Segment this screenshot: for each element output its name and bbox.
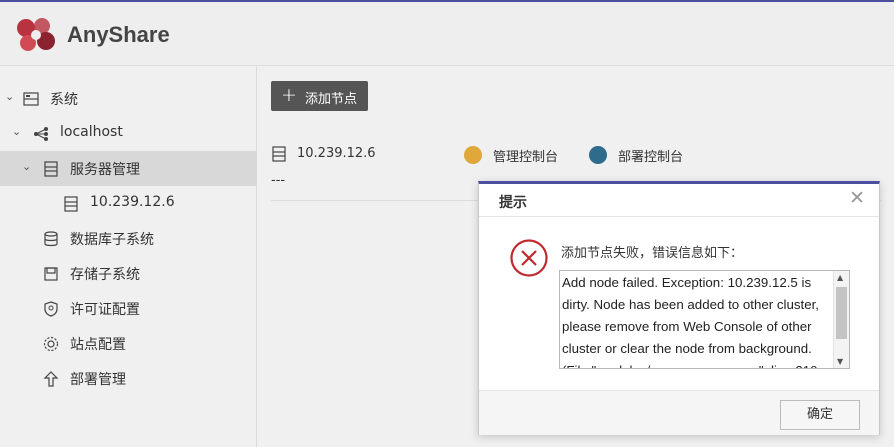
scroll-down-icon[interactable]: ▼ (837, 357, 843, 366)
sidebar-item-localhost[interactable]: ⌄ localhost (0, 116, 257, 151)
server-list-icon (44, 161, 58, 177)
sidebar-item-label: 部署管理 (70, 372, 126, 388)
server-icon (272, 146, 286, 162)
dialog-title: 提示 (499, 195, 527, 211)
scroll-up-icon[interactable]: ▲ (837, 273, 843, 282)
dialog-footer: 确定 (479, 390, 879, 435)
server-icon (64, 196, 78, 212)
anyshare-logo (17, 18, 55, 51)
chevron-down-icon[interactable]: ⌄ (5, 90, 14, 103)
sidebar-item-label: 许可证配置 (70, 302, 140, 318)
sidebar-item-license[interactable]: 许可证配置 (0, 291, 257, 326)
sidebar-item-label: 10.239.12.6 (90, 194, 175, 210)
deploy-console-link[interactable]: 部署控制台 (618, 146, 683, 165)
sidebar-item-database[interactable]: 数据库子系统 (0, 221, 257, 256)
sidebar-item-label: localhost (60, 124, 123, 140)
add-node-button[interactable]: + 添加节点 (271, 81, 368, 111)
gear-icon (43, 336, 59, 352)
error-detail-scrollbar[interactable]: ▲ ▼ (833, 271, 849, 368)
error-detail-text: Add node failed. Exception: 10.239.12.5 … (562, 275, 821, 368)
sidebar-item-site-config[interactable]: 站点配置 (0, 326, 257, 361)
management-console-link[interactable]: 管理控制台 (493, 146, 558, 165)
sidebar-item-server-management[interactable]: ⌄ 服务器管理 (0, 151, 257, 186)
sidebar-tree: ⌄ 系统 ⌄ localhost ⌄ 服务器管理 10.239.12.6 数据库… (0, 67, 257, 447)
plus-icon: + (281, 84, 297, 106)
close-icon[interactable]: ✕ (849, 187, 865, 209)
scroll-thumb[interactable] (836, 287, 847, 339)
app-header: AnyShare (0, 2, 894, 66)
sidebar-item-server-node[interactable]: 10.239.12.6 (0, 186, 257, 221)
storage-icon (44, 267, 58, 281)
ok-button[interactable]: 确定 (780, 400, 860, 430)
dialog-divider (479, 216, 879, 217)
sidebar-item-label: 存储子系统 (70, 267, 140, 283)
database-icon (44, 231, 58, 247)
sidebar-item-label: 服务器管理 (70, 162, 140, 178)
error-dialog: 提示 ✕ 添加节点失败，错误信息如下： Add node failed. Exc… (478, 181, 880, 435)
sidebar-item-label: 数据库子系统 (70, 232, 154, 248)
management-console-dot-icon (464, 146, 482, 164)
error-message: 添加节点失败，错误信息如下： (561, 246, 744, 261)
sidebar-item-system[interactable]: ⌄ 系统 (0, 81, 257, 116)
brand-name: AnyShare (67, 22, 170, 47)
error-icon (510, 239, 548, 277)
deploy-console-dot-icon (589, 146, 607, 164)
error-detail-textarea[interactable]: Add node failed. Exception: 10.239.12.5 … (559, 270, 850, 369)
chevron-down-icon[interactable]: ⌄ (12, 125, 21, 138)
sidebar-item-label: 站点配置 (70, 337, 126, 353)
server-rack-icon (23, 92, 39, 106)
deploy-icon (43, 371, 59, 387)
sidebar-item-deploy[interactable]: 部署管理 (0, 361, 257, 396)
sidebar-item-label: 系统 (50, 92, 78, 108)
sidebar-item-storage[interactable]: 存储子系统 (0, 256, 257, 291)
server-placeholder: --- (271, 173, 286, 188)
chevron-down-icon[interactable]: ⌄ (22, 160, 31, 173)
server-ip: 10.239.12.6 (297, 146, 376, 161)
topology-icon (34, 127, 48, 141)
shield-icon (44, 301, 58, 317)
